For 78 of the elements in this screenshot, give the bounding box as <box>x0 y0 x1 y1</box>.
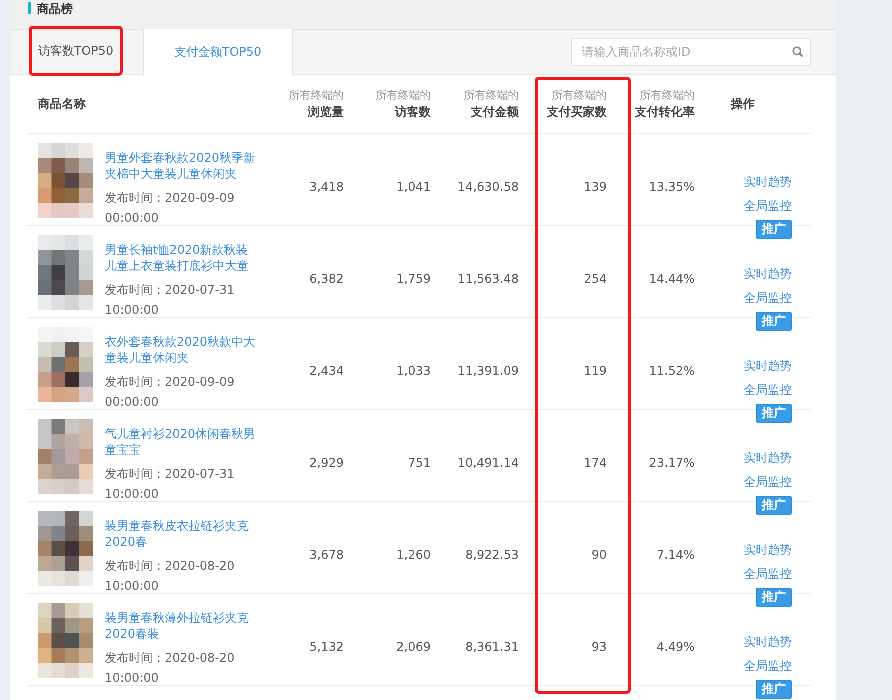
table-cell-text: 93 <box>590 638 607 656</box>
table-cell-text: 5,132 <box>308 638 344 656</box>
accent-bar <box>28 2 31 14</box>
table-cell-text: 8,361.31 <box>464 638 519 656</box>
table-cell-text: 3,678 <box>308 546 344 564</box>
promote-button[interactable]: 推广 <box>756 404 792 423</box>
column-header: 浏览量 <box>308 104 344 120</box>
section-title: 商品榜 <box>37 2 73 16</box>
product-title-link[interactable]: 男童外套春秋款2020秋季新夹棉中大童装儿童休闲夹 <box>105 150 257 182</box>
promote-button[interactable]: 推广 <box>756 680 792 699</box>
tab[interactable]: 访客数TOP50 <box>29 26 123 76</box>
table-cell-text: 11,563.48 <box>456 270 519 288</box>
column-subheader: 所有终端的 <box>376 88 431 104</box>
column-header: 操作 <box>731 96 755 112</box>
table-cell-text: 7.14% <box>656 546 695 564</box>
action-link[interactable]: 实时趋势 <box>744 543 792 557</box>
table-cell-text: 2,929 <box>308 454 344 472</box>
column-subheader: 所有终端的 <box>464 88 519 104</box>
table-cell-text: 11,391.09 <box>456 362 519 380</box>
action-link[interactable]: 实时趋势 <box>744 359 792 373</box>
publish-time: 发布时间：2020-09-09 00:00:00 <box>105 374 236 411</box>
promote-button[interactable]: 推广 <box>756 496 792 515</box>
product-title-link[interactable]: 装男童春秋皮衣拉链衫夹克2020春 <box>105 518 257 550</box>
product-title-link[interactable]: 男童长袖t恤2020新款秋装儿童上衣童装打底衫中大童 <box>105 242 257 274</box>
publish-time: 发布时间：2020-07-31 10:00:00 <box>105 282 236 319</box>
table-cell-text: 1,759 <box>396 270 431 288</box>
search-icon[interactable] <box>792 46 804 58</box>
table-cell-text: 1,033 <box>396 362 431 380</box>
search-field[interactable]: 请输入商品名称或ID <box>571 38 811 66</box>
column-header: 支付转化率 <box>635 104 695 120</box>
table-cell-text: 23.17% <box>648 454 695 472</box>
action-link[interactable]: 实时趋势 <box>744 635 792 649</box>
column-subheader: 所有终端的 <box>640 88 695 104</box>
table-cell-text: 13.35% <box>648 178 695 196</box>
table-cell-text: 10,491.14 <box>456 454 519 472</box>
promote-button[interactable]: 推广 <box>756 312 792 331</box>
column-header: 支付买家数 <box>547 104 607 120</box>
table-cell-text: 2,434 <box>308 362 344 380</box>
action-link[interactable]: 全局监控 <box>744 475 792 489</box>
publish-time: 发布时间：2020-08-20 10:00:00 <box>105 558 236 595</box>
column-subheader: 所有终端的 <box>289 88 344 104</box>
table-cell-text: 119 <box>583 362 607 380</box>
action-link[interactable]: 实时趋势 <box>744 175 792 189</box>
table-cell-text: 174 <box>583 454 607 472</box>
publish-time: 发布时间：2020-08-20 10:00:00 <box>105 650 236 687</box>
column-header: 访客数 <box>395 104 431 120</box>
table-cell-text: 4.49% <box>656 638 695 656</box>
table-cell-text: 3,418 <box>308 178 344 196</box>
table-cell-text: 8,922.53 <box>464 546 519 564</box>
product-title-link[interactable]: 气儿童衬衫2020休闲春秋男童宝宝 <box>105 426 257 458</box>
column-header: 支付金额 <box>471 104 519 120</box>
table-cell-text: 90 <box>590 546 607 564</box>
action-link[interactable]: 实时趋势 <box>744 267 792 281</box>
product-title-link[interactable]: 装男童春秋薄外拉链衫夹克2020春装 <box>105 610 257 642</box>
action-link[interactable]: 全局监控 <box>744 291 792 305</box>
table-cell-text: 1,260 <box>396 546 431 564</box>
promote-button[interactable]: 推广 <box>756 588 792 607</box>
tab[interactable]: 支付金额TOP50 <box>143 28 293 76</box>
table-cell-text: 14,630.58 <box>456 178 519 196</box>
action-link[interactable]: 全局监控 <box>744 199 792 213</box>
column-header: 商品名称 <box>38 96 86 112</box>
promote-button[interactable]: 推广 <box>756 220 792 239</box>
table-cell-text: 6,382 <box>308 270 344 288</box>
action-link[interactable]: 实时趋势 <box>744 451 792 465</box>
table-cell-text: 2,069 <box>396 638 431 656</box>
publish-time: 发布时间：2020-07-31 10:00:00 <box>105 466 236 503</box>
column-subheader: 所有终端的 <box>552 88 607 104</box>
table-cell-text: 14.44% <box>648 270 695 288</box>
table-cell-text: 751 <box>407 454 431 472</box>
table-cell-text: 139 <box>583 178 607 196</box>
action-link[interactable]: 全局监控 <box>744 659 792 673</box>
action-link[interactable]: 全局监控 <box>744 567 792 581</box>
table-cell-text: 254 <box>583 270 607 288</box>
product-title-link[interactable]: 衣外套春秋款2020秋款中大童装儿童休闲夹 <box>105 334 257 366</box>
table-cell-text: 11.52% <box>648 362 695 380</box>
publish-time: 发布时间：2020-09-09 00:00:00 <box>105 190 236 227</box>
table-cell-text: 1,041 <box>396 178 431 196</box>
action-link[interactable]: 全局监控 <box>744 383 792 397</box>
